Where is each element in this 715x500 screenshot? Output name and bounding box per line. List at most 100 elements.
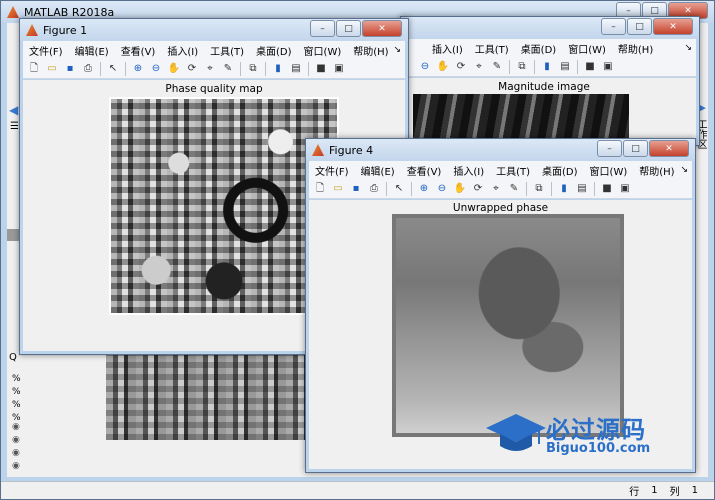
fig1-minimize-button[interactable]: – bbox=[310, 20, 335, 37]
colorbar-icon[interactable]: ▮ bbox=[540, 60, 554, 74]
edit-plot-icon[interactable]: ↖ bbox=[106, 62, 120, 76]
menu-tools[interactable]: 工具(T) bbox=[204, 43, 250, 58]
menu-window[interactable]: 窗口(W) bbox=[298, 43, 348, 58]
dock-arrow-icon[interactable]: ↘ bbox=[680, 165, 688, 175]
zoom-out-icon[interactable]: ⊖ bbox=[418, 60, 432, 74]
status-bar: 行 1 列 1 bbox=[1, 481, 714, 499]
fig4-axes-title: Unwrapped phase bbox=[452, 202, 549, 214]
data-cursor-icon[interactable]: ⌖ bbox=[472, 60, 486, 74]
menu-insert[interactable]: 插入(I) bbox=[426, 41, 469, 56]
edit-plot-icon[interactable]: ↖ bbox=[392, 182, 406, 196]
pan-icon[interactable]: ✋ bbox=[167, 62, 181, 76]
zoom-out-icon[interactable]: ⊖ bbox=[435, 182, 449, 196]
legend-icon[interactable]: ▤ bbox=[558, 60, 572, 74]
menu-help[interactable]: 帮助(H) bbox=[612, 41, 659, 56]
menu-edit[interactable]: 编辑(E) bbox=[355, 163, 401, 178]
fig2-maximize-button[interactable]: □ bbox=[627, 18, 652, 35]
figure-1-title: Figure 1 bbox=[43, 23, 88, 37]
new-figure-icon[interactable]: 🗋 bbox=[313, 182, 327, 196]
zoom-out-icon[interactable]: ⊖ bbox=[149, 62, 163, 76]
menu-tools[interactable]: 工具(T) bbox=[469, 41, 515, 56]
save-icon[interactable]: ▪ bbox=[63, 62, 77, 76]
fig1-maximize-button[interactable]: □ bbox=[336, 20, 361, 37]
fig2-canvas: Magnitude image bbox=[404, 78, 696, 154]
left-panel-arrow-icon[interactable]: ◀ bbox=[9, 103, 18, 117]
data-cursor-icon[interactable]: ⌖ bbox=[489, 182, 503, 196]
menu-desktop[interactable]: 桌面(D) bbox=[250, 43, 298, 58]
fig1-menubar: 文件(F) 编辑(E) 查看(V) 插入(I) 工具(T) 桌面(D) 窗口(W… bbox=[23, 41, 405, 59]
figure-2-titlebar[interactable]: – □ ✕ bbox=[401, 17, 699, 39]
link-plot-icon[interactable]: ⧉ bbox=[515, 60, 529, 74]
menu-edit[interactable]: 编辑(E) bbox=[69, 43, 115, 58]
show-plot-tools-icon[interactable]: ▣ bbox=[601, 60, 615, 74]
print-icon[interactable]: ⎙ bbox=[81, 62, 95, 76]
hide-plot-tools-icon[interactable]: ■ bbox=[314, 62, 328, 76]
new-figure-icon[interactable]: 🗋 bbox=[27, 62, 41, 76]
link-plot-icon[interactable]: ⧉ bbox=[246, 62, 260, 76]
menu-window[interactable]: 窗口(W) bbox=[562, 41, 612, 56]
fig1-close-button[interactable]: ✕ bbox=[362, 20, 402, 37]
open-file-icon[interactable]: ▭ bbox=[331, 182, 345, 196]
left-gutter-circles: ◉ ◉ ◉ ◉ bbox=[12, 422, 20, 471]
figure-4-title: Figure 4 bbox=[329, 143, 374, 157]
legend-icon[interactable]: ▤ bbox=[575, 182, 589, 196]
open-file-icon[interactable]: ▭ bbox=[45, 62, 59, 76]
search-icon[interactable]: Q bbox=[9, 352, 17, 363]
fig2-minimize-button[interactable]: – bbox=[601, 18, 626, 35]
fig1-axes-title: Phase quality map bbox=[165, 83, 263, 95]
show-plot-tools-icon[interactable]: ▣ bbox=[618, 182, 632, 196]
menu-view[interactable]: 查看(V) bbox=[401, 163, 448, 178]
colorbar-icon[interactable]: ▮ bbox=[557, 182, 571, 196]
figure-1-logo-icon bbox=[26, 24, 38, 36]
matlab-title: MATLAB R2018a bbox=[24, 5, 115, 19]
menu-tools[interactable]: 工具(T) bbox=[490, 163, 536, 178]
colorbar-icon[interactable]: ▮ bbox=[271, 62, 285, 76]
pan-icon[interactable]: ✋ bbox=[436, 60, 450, 74]
brush-icon[interactable]: ✎ bbox=[221, 62, 235, 76]
rotate-icon[interactable]: ⟳ bbox=[454, 60, 468, 74]
rotate-icon[interactable]: ⟳ bbox=[471, 182, 485, 196]
menu-view[interactable]: 查看(V) bbox=[115, 43, 162, 58]
fig4-canvas: Unwrapped phase bbox=[309, 200, 692, 469]
fig2-close-button[interactable]: ✕ bbox=[653, 18, 693, 35]
menu-desktop[interactable]: 桌面(D) bbox=[515, 41, 563, 56]
save-icon[interactable]: ▪ bbox=[349, 182, 363, 196]
legend-icon[interactable]: ▤ bbox=[289, 62, 303, 76]
menu-file[interactable]: 文件(F) bbox=[23, 43, 69, 58]
figure-4-window[interactable]: Figure 4 – □ ✕ 文件(F) 编辑(E) 查看(V) 插入(I) 工… bbox=[305, 138, 696, 473]
fig4-maximize-button[interactable]: □ bbox=[623, 140, 648, 157]
menu-desktop[interactable]: 桌面(D) bbox=[536, 163, 584, 178]
figure-4-logo-icon bbox=[312, 144, 324, 156]
hide-plot-tools-icon[interactable]: ■ bbox=[583, 60, 597, 74]
left-gutter: % % % % bbox=[12, 374, 21, 423]
fig4-close-button[interactable]: ✕ bbox=[649, 140, 689, 157]
figure-4-titlebar[interactable]: Figure 4 – □ ✕ bbox=[306, 139, 695, 161]
figure-2-window[interactable]: – □ ✕ 插入(I) 工具(T) 桌面(D) 窗口(W) 帮助(H) ↘ ⊖ … bbox=[400, 16, 700, 154]
dock-arrow-icon[interactable]: ↘ bbox=[684, 43, 692, 53]
dock-arrow-icon[interactable]: ↘ bbox=[393, 45, 401, 55]
link-plot-icon[interactable]: ⧉ bbox=[532, 182, 546, 196]
menu-help[interactable]: 帮助(H) bbox=[633, 163, 680, 178]
show-plot-tools-icon[interactable]: ▣ bbox=[332, 62, 346, 76]
hide-plot-tools-icon[interactable]: ■ bbox=[600, 182, 614, 196]
hidden-figure-image bbox=[106, 350, 306, 440]
zoom-in-icon[interactable]: ⊕ bbox=[417, 182, 431, 196]
brush-icon[interactable]: ✎ bbox=[507, 182, 521, 196]
fig4-minimize-button[interactable]: – bbox=[597, 140, 622, 157]
menu-help[interactable]: 帮助(H) bbox=[347, 43, 394, 58]
brush-icon[interactable]: ✎ bbox=[490, 60, 504, 74]
menu-window[interactable]: 窗口(W) bbox=[584, 163, 634, 178]
fig4-menubar: 文件(F) 编辑(E) 查看(V) 插入(I) 工具(T) 桌面(D) 窗口(W… bbox=[309, 161, 692, 179]
matlab-logo-icon bbox=[7, 6, 19, 18]
menu-insert[interactable]: 插入(I) bbox=[161, 43, 204, 58]
menu-file[interactable]: 文件(F) bbox=[309, 163, 355, 178]
rotate-icon[interactable]: ⟳ bbox=[185, 62, 199, 76]
fig2-toolbar: ⊖ ✋ ⟳ ⌖ ✎ ⧉ ▮ ▤ ■ ▣ bbox=[404, 57, 696, 77]
print-icon[interactable]: ⎙ bbox=[367, 182, 381, 196]
figure-1-titlebar[interactable]: Figure 1 – □ ✕ bbox=[20, 19, 408, 41]
menu-insert[interactable]: 插入(I) bbox=[447, 163, 490, 178]
zoom-in-icon[interactable]: ⊕ bbox=[131, 62, 145, 76]
pan-icon[interactable]: ✋ bbox=[453, 182, 467, 196]
fig2-menubar: 插入(I) 工具(T) 桌面(D) 窗口(W) 帮助(H) ↘ bbox=[404, 39, 696, 57]
data-cursor-icon[interactable]: ⌖ bbox=[203, 62, 217, 76]
